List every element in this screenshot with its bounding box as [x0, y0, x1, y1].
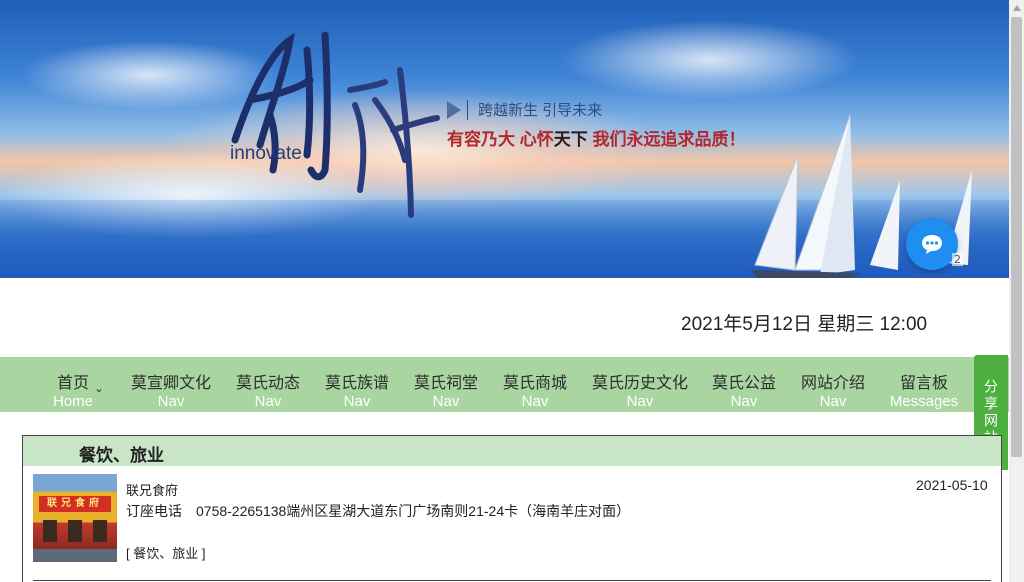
nav-item-sublabel: Nav	[432, 393, 460, 410]
nav-item-label: 莫氏商城	[502, 375, 567, 392]
nav-item-mo-charity[interactable]: 莫氏公益 Nav	[708, 357, 780, 412]
thumbnail-sign: 联兄食府	[39, 496, 111, 512]
innovation-calligraphy-logo	[231, 31, 440, 218]
category-title: 餐饮、旅业	[79, 446, 164, 465]
thumbnail-door	[68, 520, 82, 542]
chevron-down-icon[interactable]: ⌄	[94, 381, 104, 395]
nav-item-mo-history-culture[interactable]: 莫氏历史文化 Nav	[588, 357, 692, 412]
nav-item-sublabel: Nav	[254, 393, 282, 410]
nav-item-site-intro[interactable]: 网站介绍 Nav	[797, 357, 869, 412]
nav-item-sublabel: Nav	[157, 393, 185, 410]
chat-badge: 2	[952, 253, 963, 266]
entry-date: 2021-05-10	[916, 477, 988, 493]
nav-item-home[interactable]: 首页 Home	[47, 357, 99, 412]
nav-item-sublabel: Nav	[626, 393, 654, 410]
nav-item-moxuanqing-culture[interactable]: 莫宣卿文化 Nav	[126, 357, 216, 412]
nav-item-sublabel: Nav	[819, 393, 847, 410]
nav-item-sublabel: Nav	[730, 393, 758, 410]
chat-bubble-icon	[922, 235, 942, 254]
entry-title-link[interactable]: 联兄食府	[126, 480, 178, 499]
slogan-line2-part1: 有容乃大 心怀	[447, 130, 554, 149]
nav-item-message-board[interactable]: 留言板 Messages	[886, 357, 962, 412]
nav-item-label: 莫氏祠堂	[413, 375, 478, 392]
nav-item-mo-ancestral-hall[interactable]: 莫氏祠堂 Nav	[410, 357, 482, 412]
scrollbar-thumb[interactable]	[1011, 17, 1022, 457]
vertical-scrollbar[interactable]	[1009, 0, 1024, 582]
chevron-up-icon	[1012, 4, 1021, 11]
category-panel: 餐饮、旅业 联兄食府 联兄食府 订座电话 0758-2265138端州区星湖大道…	[22, 435, 1002, 582]
entry-description: 订座电话 0758-2265138端州区星湖大道东门广场南则21-24卡（海南羊…	[126, 503, 631, 519]
nav-item-sublabel: Nav	[521, 393, 549, 410]
logo-word: innovate	[230, 143, 302, 164]
nav-item-mo-news[interactable]: 莫氏动态 Nav	[232, 357, 304, 412]
chat-button[interactable]	[906, 218, 958, 270]
nav-item-label: 莫氏族谱	[324, 375, 389, 392]
nav-item-mo-genealogy[interactable]: 莫氏族谱 Nav	[321, 357, 393, 412]
divider	[467, 99, 468, 120]
thumbnail-door	[93, 520, 107, 542]
category-header: 餐饮、旅业	[23, 436, 1001, 466]
nav-item-label: 网站介绍	[800, 375, 865, 392]
nav-item-sublabel: Home	[52, 393, 93, 410]
main-nav: 首页 Home 莫宣卿文化 Nav 莫氏动态 Nav 莫氏族谱 Nav 莫氏祠堂…	[0, 357, 1009, 412]
nav-item-label: 莫氏公益	[711, 375, 776, 392]
slogan-line2-part2: 天下	[553, 130, 588, 149]
scroll-up-button[interactable]	[1009, 0, 1024, 15]
nav-item-label: 莫宣卿文化	[130, 375, 211, 392]
nav-item-sublabel: Nav	[343, 393, 371, 410]
current-datetime: 2021年5月12日 星期三 12:00	[681, 314, 928, 335]
slogan-line1: 跨越新生 引导未来	[447, 99, 602, 120]
nav-item-label: 莫氏历史文化	[591, 375, 688, 392]
nav-item-label: 莫氏动态	[235, 375, 300, 392]
cloud	[560, 20, 860, 100]
entry-category-link[interactable]: [ 餐饮、旅业 ]	[126, 543, 205, 562]
nav-item-label: 留言板	[899, 375, 948, 392]
nav-item-label: 首页	[56, 375, 89, 392]
slogan-line1-text: 跨越新生 引导未来	[478, 102, 603, 119]
entry-thumbnail[interactable]: 联兄食府	[33, 474, 117, 562]
nav-item-mo-mall[interactable]: 莫氏商城 Nav	[499, 357, 571, 412]
page: innovate 跨越新生 引导未来 有容乃大 心怀天下 我们永远追求品质！ 2…	[0, 0, 1024, 582]
thumbnail-door	[43, 520, 57, 542]
divider	[33, 580, 991, 581]
play-triangle-icon	[447, 100, 461, 119]
header-banner: innovate 跨越新生 引导未来 有容乃大 心怀天下 我们永远追求品质！ 2	[0, 0, 1009, 278]
nav-item-sublabel: Messages	[889, 393, 959, 410]
